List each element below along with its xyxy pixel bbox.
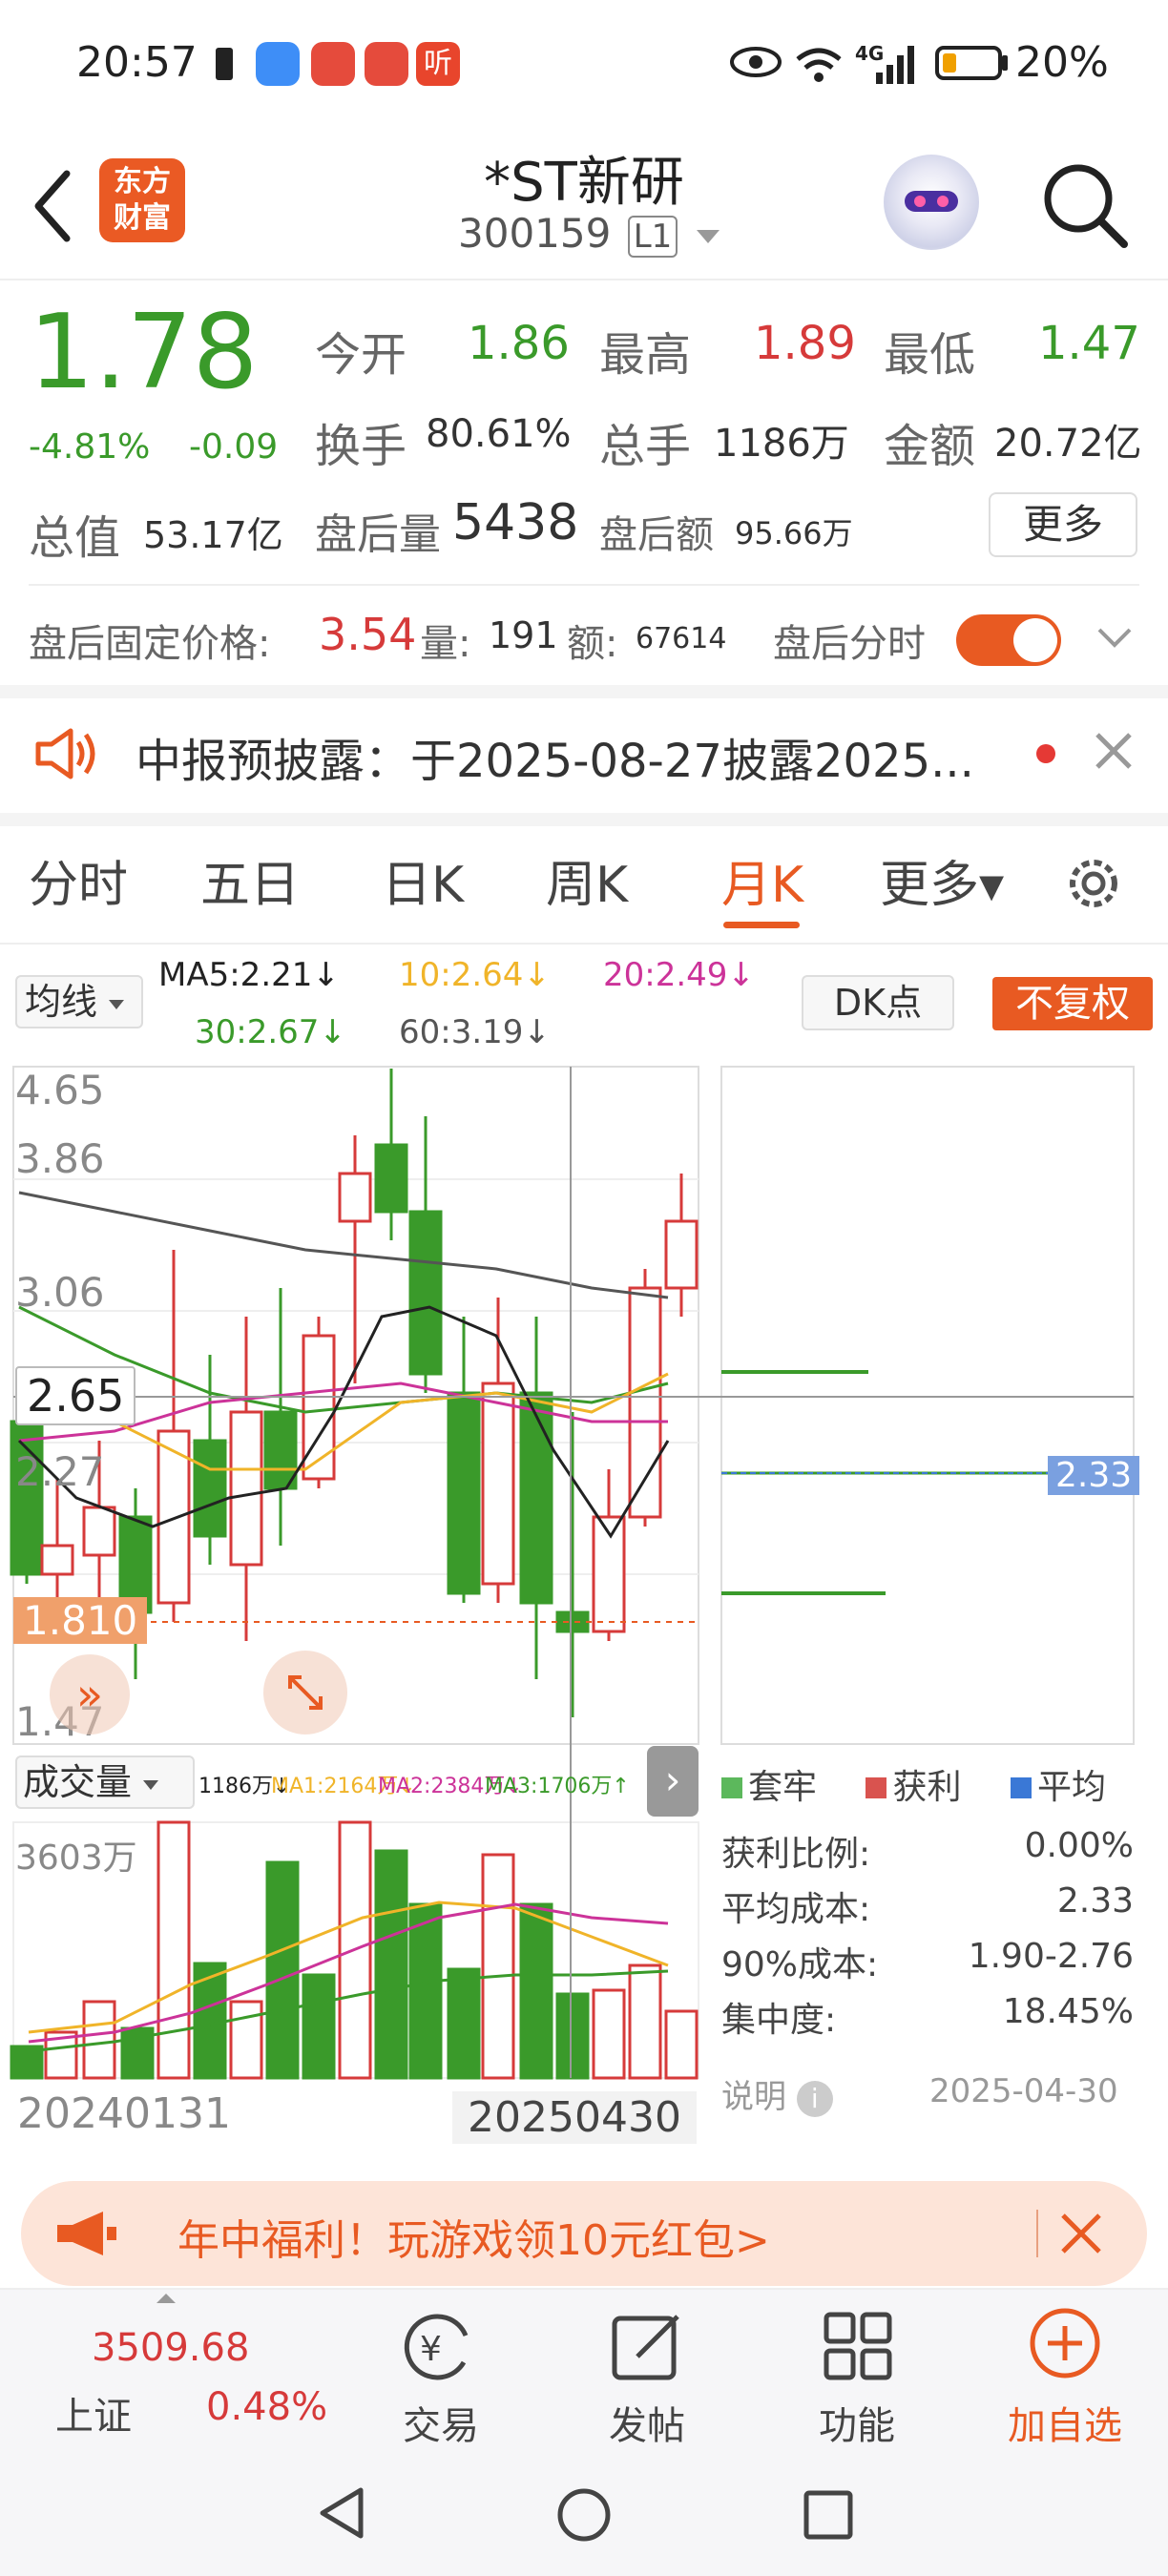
volume-bar bbox=[555, 1992, 590, 2080]
chip-row: 获利比例: 0.00% bbox=[721, 1826, 1134, 1881]
candle-body bbox=[555, 1610, 590, 1633]
legend-swatch-trapped bbox=[721, 1777, 742, 1798]
volume-bar bbox=[664, 2009, 699, 2080]
chip-row: 集中度: 18.45% bbox=[721, 1992, 1134, 2047]
chip-frame bbox=[720, 1066, 1135, 1745]
chip-date: 2025-04-30 bbox=[929, 2072, 1118, 2110]
volume-bar bbox=[481, 1853, 515, 2080]
trade-icon[interactable]: ¥ bbox=[399, 2309, 477, 2385]
last-price-tag: 1.810 bbox=[13, 1597, 148, 1644]
post-icon[interactable] bbox=[609, 2309, 685, 2385]
system-nav-bar bbox=[0, 2450, 1168, 2576]
candle-body bbox=[263, 1410, 298, 1490]
volume-bar bbox=[229, 2000, 263, 2080]
volume-bar bbox=[447, 1967, 481, 2080]
index-name[interactable]: 上证 bbox=[55, 2385, 132, 2441]
add-watchlist-label[interactable]: 加自选 bbox=[1008, 2395, 1122, 2450]
chip-row-value: 1.90-2.76 bbox=[968, 1937, 1134, 1976]
date-cursor: 20250430 bbox=[452, 2091, 697, 2144]
chip-row: 90%成本: 1.90-2.76 bbox=[721, 1937, 1134, 1992]
system-home-icon[interactable] bbox=[555, 2486, 613, 2544]
volume-bar bbox=[82, 2000, 116, 2080]
promo-banner[interactable]: 年中福利！玩游戏领10元红包> bbox=[21, 2181, 1147, 2286]
volume-max-label: 3603万 bbox=[15, 1839, 137, 1878]
chip-row-label: 平均成本: bbox=[721, 1890, 871, 1929]
chip-row-value: 0.00% bbox=[1024, 1826, 1134, 1865]
legend-swatch-profit bbox=[866, 1777, 887, 1798]
index-change[interactable]: 0.48% bbox=[206, 2385, 327, 2429]
svg-text:¥: ¥ bbox=[420, 2330, 442, 2369]
y-label-3: 3.06 bbox=[15, 1269, 105, 1316]
chip-row-label: 集中度: bbox=[721, 2001, 837, 2040]
candle-body bbox=[40, 1544, 74, 1576]
candle-body bbox=[229, 1410, 263, 1567]
chip-legend: 套牢 获利 平均 bbox=[721, 1759, 1106, 1809]
volume-bar bbox=[628, 1963, 662, 2080]
legend-profit: 获利 bbox=[892, 1768, 962, 1807]
chip-cost-tag: 2.33 bbox=[1048, 1456, 1140, 1495]
legend-trapped: 套牢 bbox=[748, 1768, 818, 1807]
crosshair-price-tag: 2.65 bbox=[15, 1366, 136, 1425]
candle-body bbox=[10, 1420, 44, 1576]
candle-body bbox=[519, 1391, 553, 1605]
volume-bar bbox=[156, 1820, 191, 2080]
y-label-4: 2.27 bbox=[15, 1448, 105, 1495]
legend-avg: 平均 bbox=[1036, 1768, 1106, 1807]
volume-bar bbox=[592, 1988, 626, 2080]
index-arrow-icon bbox=[156, 2294, 176, 2303]
info-icon: i bbox=[796, 2080, 833, 2117]
chip-row-label: 90%成本: bbox=[721, 1945, 879, 1984]
chip-row-value: 2.33 bbox=[1056, 1881, 1134, 1921]
promo-text: 年中福利！玩游戏领10元红包> bbox=[177, 2216, 770, 2265]
candle-body bbox=[481, 1381, 515, 1586]
candle-body bbox=[664, 1219, 699, 1290]
banner-divider bbox=[1036, 2210, 1038, 2257]
volume-select[interactable]: 成交量 bbox=[15, 1755, 195, 1809]
trade-label[interactable]: 交易 bbox=[403, 2395, 479, 2450]
select-arrow-icon bbox=[143, 1779, 159, 1790]
bottom-toolbar: 3509.68 上证 0.48% ¥ 交易 发帖 功能 加自选 bbox=[0, 2288, 1168, 2452]
volume-select-label: 成交量 bbox=[23, 1761, 133, 1803]
chip-note-label: 说明 bbox=[721, 2078, 786, 2116]
candle-body bbox=[408, 1210, 443, 1376]
system-recents-icon[interactable] bbox=[802, 2488, 855, 2542]
candle-body bbox=[82, 1506, 116, 1557]
volume-bar bbox=[302, 1973, 336, 2080]
candle-body bbox=[374, 1143, 408, 1214]
add-watchlist-icon[interactable] bbox=[1027, 2305, 1103, 2381]
chip-row-label: 获利比例: bbox=[721, 1835, 871, 1874]
chip-row-value: 18.45% bbox=[1002, 1992, 1134, 2031]
system-back-icon[interactable] bbox=[315, 2484, 368, 2542]
candle-body bbox=[628, 1286, 662, 1519]
candle-body bbox=[447, 1391, 481, 1595]
volume-bar bbox=[519, 1902, 553, 2080]
volume-bar bbox=[374, 1849, 408, 2080]
expand-panel-icon[interactable]: › bbox=[647, 1746, 699, 1817]
index-value[interactable]: 3509.68 bbox=[92, 2326, 249, 2370]
fast-forward-icon[interactable]: » bbox=[50, 1654, 130, 1735]
candle-body bbox=[302, 1334, 336, 1481]
date-start: 20240131 bbox=[17, 2089, 231, 2138]
function-icon[interactable] bbox=[821, 2309, 897, 2385]
function-label[interactable]: 功能 bbox=[819, 2395, 895, 2450]
volume-bar bbox=[265, 1860, 300, 2080]
post-label[interactable]: 发帖 bbox=[609, 2395, 685, 2450]
chip-row: 平均成本: 2.33 bbox=[721, 1881, 1134, 1937]
candle-body bbox=[338, 1172, 372, 1223]
chip-note[interactable]: 说明 i bbox=[721, 2070, 833, 2117]
candle-body bbox=[193, 1439, 227, 1538]
megaphone-icon bbox=[57, 2212, 116, 2255]
banner-close-icon[interactable] bbox=[1059, 2212, 1103, 2255]
chip-stats: 获利比例: 0.00% 平均成本: 2.33 90%成本: 1.90-2.76 集中度… bbox=[721, 1826, 1134, 2047]
legend-swatch-avg bbox=[1010, 1777, 1032, 1798]
y-label-2: 3.86 bbox=[15, 1135, 105, 1182]
y-label-top: 4.65 bbox=[15, 1067, 105, 1113]
vol-ma3: MA3:1706万↑ bbox=[485, 1775, 630, 1798]
fullscreen-icon[interactable] bbox=[263, 1651, 347, 1735]
volume-bar bbox=[408, 1902, 443, 2080]
